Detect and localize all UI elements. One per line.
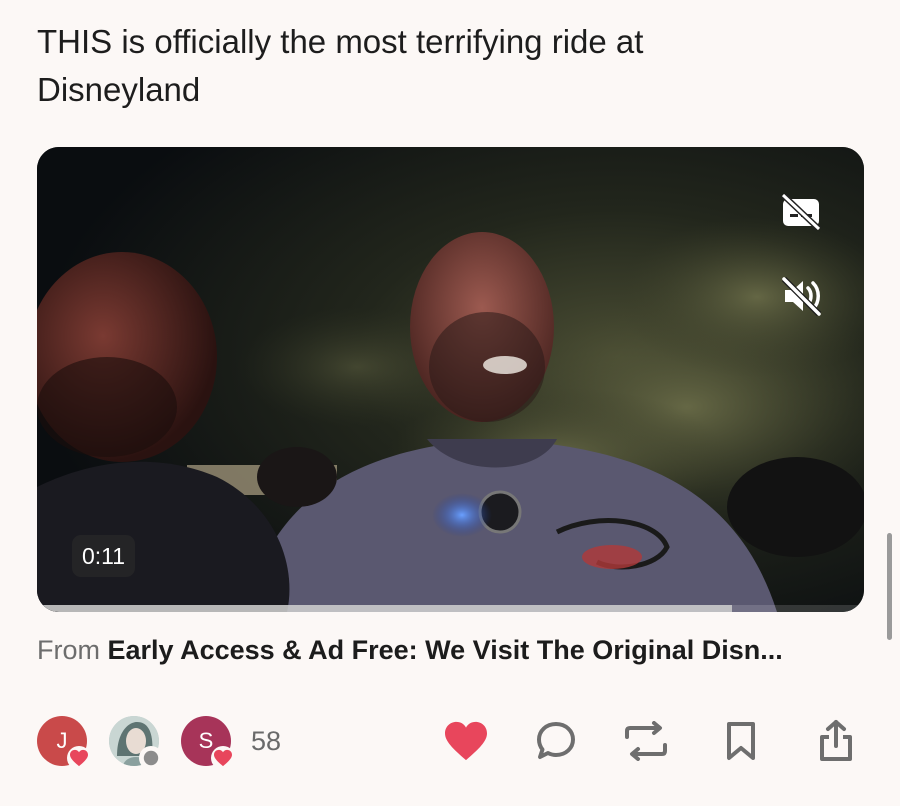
video-player[interactable]: 0:11 [37,147,864,612]
post-title: THIS is officially the most terrifying r… [37,23,644,108]
avatar-initial: J [56,728,68,753]
video-timestamp: 0:11 [72,535,136,577]
bookmark-icon [727,722,755,760]
video-progress-bar[interactable] [37,605,864,612]
source-line[interactable]: From Early Access & Ad Free: We Visit Th… [37,630,867,670]
avatar-liker-1[interactable]: J [37,716,91,770]
share-icon [820,720,852,761]
like-count[interactable]: 58 [251,724,281,758]
video-frame [37,147,864,612]
heart-icon [445,721,487,761]
restack-icon [625,721,667,761]
comment-icon [139,746,163,770]
heart-icon [67,746,91,770]
comment-icon [537,722,575,759]
video-progress-fill [37,605,732,612]
comment-button[interactable] [531,716,581,766]
heart-icon [211,746,235,770]
source-link[interactable]: Early Access & Ad Free: We Visit The Ori… [108,635,783,665]
like-button[interactable] [441,716,491,766]
avatar-initial: S [198,728,214,753]
bookmark-button[interactable] [716,716,766,766]
captions-off-icon[interactable] [778,189,824,235]
scrollbar[interactable] [887,533,892,640]
source-prefix: From [37,635,100,665]
volume-muted-icon[interactable] [778,273,824,319]
restack-button[interactable] [621,716,671,766]
share-button[interactable] [811,716,861,766]
avatar-liker-2[interactable]: S [181,716,235,770]
avatar-commenter[interactable] [109,716,163,770]
